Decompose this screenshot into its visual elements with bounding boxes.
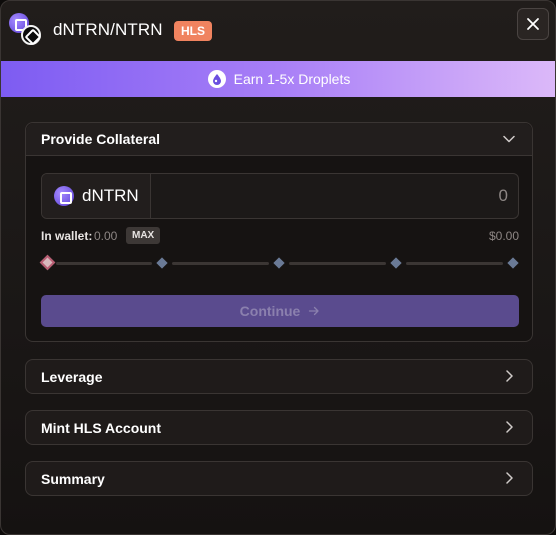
slider-stop-100[interactable] — [507, 257, 519, 269]
usd-value: $0.00 — [488, 229, 519, 243]
hls-badge: HLS — [174, 21, 212, 41]
modal-header: dNTRN/NTRN HLS — [1, 1, 555, 61]
asset-selector[interactable]: dNTRN — [42, 174, 151, 218]
close-icon — [527, 18, 539, 30]
continue-label: Continue — [239, 303, 301, 319]
leverage-header[interactable]: Leverage — [26, 360, 532, 393]
dntrn-token-icon — [54, 186, 74, 206]
wallet-balance: 0.00 — [94, 229, 118, 243]
mint-hls-account-title: Mint HLS Account — [41, 419, 162, 436]
wallet-label: In wallet: — [41, 229, 93, 243]
ntrn-token-icon — [21, 25, 41, 45]
hls-modal: dNTRN/NTRN HLS Earn 1-5x Droplets Provid… — [0, 0, 556, 535]
continue-button[interactable]: Continue — [41, 295, 519, 327]
droplets-banner: Earn 1-5x Droplets — [1, 61, 555, 97]
slider-stop-75[interactable] — [390, 257, 402, 269]
max-button[interactable]: MAX — [126, 227, 161, 244]
provide-collateral-header[interactable]: Provide Collateral — [26, 123, 532, 156]
banner-text: Earn 1-5x Droplets — [233, 71, 351, 87]
asset-amount-row: dNTRN — [41, 173, 519, 219]
close-button[interactable] — [517, 8, 549, 40]
chevron-right-icon — [506, 370, 513, 382]
slider-stop-50[interactable] — [273, 257, 285, 269]
modal-title: dNTRN/NTRN — [53, 20, 163, 39]
summary-header[interactable]: Summary — [26, 462, 532, 495]
wallet-row: In wallet: 0.00 MAX $0.00 — [41, 227, 519, 244]
provide-collateral-panel: Provide Collateral dNTRN In wallet: 0.00… — [25, 122, 533, 342]
droplet-icon — [207, 70, 226, 88]
slider-track-segment — [406, 262, 503, 265]
token-pair-icon — [9, 13, 43, 47]
amount-slider[interactable] — [39, 254, 519, 272]
chevron-right-icon — [506, 421, 513, 433]
mint-hls-account-panel[interactable]: Mint HLS Account — [25, 410, 533, 445]
chevron-right-icon — [506, 472, 513, 484]
leverage-title: Leverage — [41, 368, 103, 385]
leverage-panel[interactable]: Leverage — [25, 359, 533, 394]
asset-name: dNTRN — [82, 186, 139, 205]
slider-stop-25[interactable] — [156, 257, 168, 269]
mint-hls-account-header[interactable]: Mint HLS Account — [26, 411, 532, 444]
slider-track-segment — [172, 262, 269, 265]
chevron-down-icon — [503, 135, 515, 143]
slider-track-segment — [56, 262, 152, 265]
slider-thumb[interactable] — [39, 254, 56, 271]
slider-track-segment — [289, 262, 386, 265]
amount-input[interactable] — [152, 174, 518, 218]
arrow-right-icon — [309, 306, 319, 316]
provide-collateral-title: Provide Collateral — [41, 131, 161, 147]
summary-title: Summary — [41, 470, 105, 487]
summary-panel[interactable]: Summary — [25, 461, 533, 496]
